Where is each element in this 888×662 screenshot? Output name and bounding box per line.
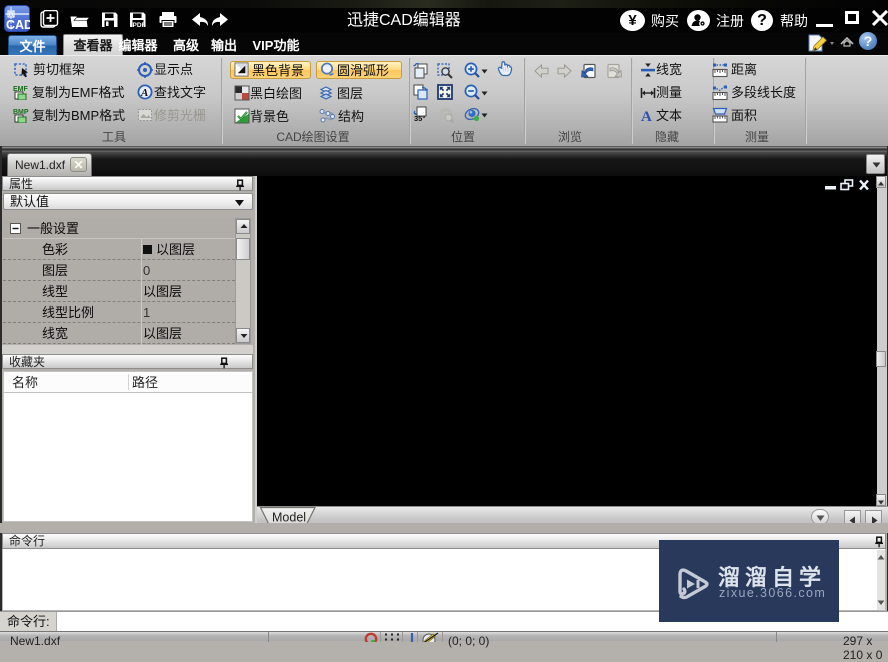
svg-text:35°: 35° (414, 114, 425, 122)
svg-text:A: A (641, 109, 652, 123)
svg-text:CAD: CAD (6, 18, 30, 32)
svg-text:A: A (140, 87, 148, 99)
svg-text:PDF: PDF (133, 22, 146, 29)
